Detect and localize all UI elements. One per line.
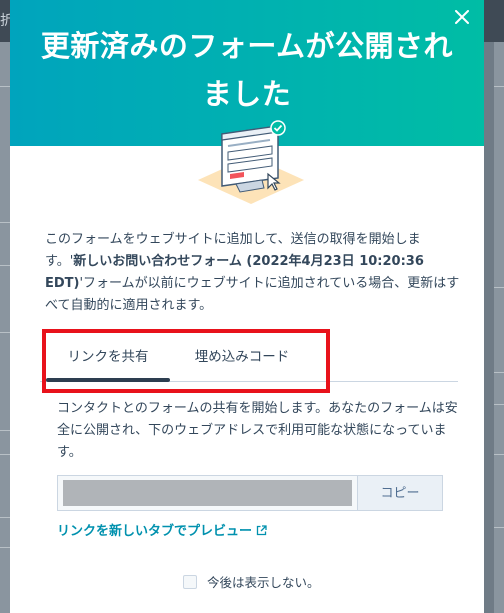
share-description: コンタクトとのフォームの共有を開始します。あなたのフォームは安全に公開され、下の… xyxy=(57,401,458,460)
redacted-url xyxy=(63,480,352,506)
publish-modal: 更新済みのフォームが公開されました このフォームをウェブサイトに追加して、送信の… xyxy=(10,0,484,613)
url-row: コピー xyxy=(57,475,443,511)
form-url-field[interactable] xyxy=(57,475,357,511)
preview-link[interactable]: リンクを新しいタブでプレビュー xyxy=(57,522,267,542)
modal-description: このフォームをウェブサイトに追加して、送信の取得を開始します。'新しいお問い合わ… xyxy=(45,229,460,317)
highlight-annotation-box xyxy=(42,329,330,393)
background-text: 折 xyxy=(0,13,10,29)
published-form-illustration xyxy=(198,120,304,204)
dont-show-again-option[interactable]: 今後は表示しない。 xyxy=(183,573,320,593)
modal-title: 更新済みのフォームが公開されました xyxy=(40,29,454,111)
description-text-continued: 'フォームが以前にウェブサイトに追加されている場合、更新はすべて自動的に適用され… xyxy=(45,276,460,313)
dont-show-checkbox[interactable] xyxy=(183,575,197,589)
dont-show-label: 今後は表示しない。 xyxy=(207,575,320,590)
copy-button[interactable]: コピー xyxy=(357,475,443,511)
background-left xyxy=(0,42,10,613)
external-link-icon xyxy=(256,525,267,536)
preview-link-label: リンクを新しいタブでプレビュー xyxy=(57,524,253,539)
background-right xyxy=(494,42,504,613)
